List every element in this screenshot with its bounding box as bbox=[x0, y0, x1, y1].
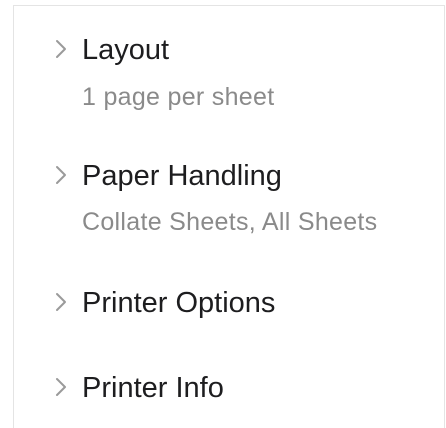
section-layout[interactable]: Layout 1 page per sheet bbox=[14, 30, 444, 120]
section-printer-info[interactable]: Printer Info bbox=[14, 368, 444, 410]
print-options-panel: Layout 1 page per sheet Paper Handling C… bbox=[13, 5, 445, 428]
section-subtitle: 1 page per sheet bbox=[82, 83, 275, 111]
section-subtitle: Collate Sheets, All Sheets bbox=[82, 208, 378, 236]
section-paper-handling[interactable]: Paper Handling Collate Sheets, All Sheet… bbox=[14, 156, 444, 246]
section-title: Layout bbox=[82, 34, 170, 66]
section-title: Paper Handling bbox=[82, 160, 282, 192]
section-title: Printer Options bbox=[82, 287, 276, 319]
section-printer-options[interactable]: Printer Options bbox=[14, 283, 444, 325]
chevron-right-icon[interactable] bbox=[54, 291, 68, 313]
chevron-right-icon[interactable] bbox=[54, 38, 68, 60]
section-title: Printer Info bbox=[82, 372, 224, 404]
chevron-right-icon[interactable] bbox=[54, 164, 68, 186]
chevron-right-icon[interactable] bbox=[54, 376, 68, 398]
